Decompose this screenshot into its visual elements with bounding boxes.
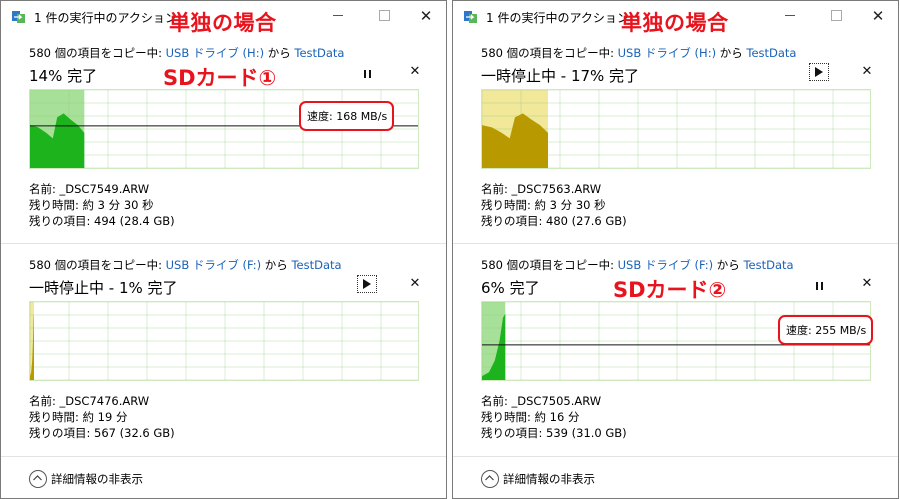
window-title: 1 件の実行中のアクション (34, 11, 177, 25)
source-link[interactable]: USB ドライブ (F:) (618, 258, 714, 272)
copy-prefix: 580 個の項目をコピー中: (481, 46, 618, 60)
source-link[interactable]: USB ドライブ (H:) (618, 46, 716, 60)
chevron-up-icon[interactable] (481, 470, 499, 488)
time-remaining: 残り時間: 約 3 分 30 秒 (29, 198, 154, 212)
fewer-details-label[interactable]: 詳細情報の非表示 (51, 471, 143, 487)
resume-icon[interactable] (357, 275, 377, 293)
progress-status: 6% 完了 (481, 279, 540, 297)
items-remaining: 残りの項目: 567 (32.6 GB) (29, 426, 175, 440)
close-icon[interactable]: ✕ (410, 5, 442, 27)
destination-link[interactable]: TestData (746, 46, 796, 60)
destination-link[interactable]: TestData (743, 258, 793, 272)
from-text: から (716, 46, 747, 60)
cancel-icon[interactable]: ✕ (406, 275, 424, 293)
file-name: 名前: _DSC7505.ARW (481, 394, 602, 408)
copy-prefix: 580 個の項目をコピー中: (29, 258, 166, 272)
speed-graph (29, 301, 419, 381)
items-remaining: 残りの項目: 480 (27.6 GB) (481, 214, 627, 228)
copy-description: 580 個の項目をコピー中: USB ドライブ (H:) から TestData (29, 45, 344, 61)
copy-dialog-right: 1 件の実行中のアクション ✕ 単独の場合 580 個の項目をコピー中: USB… (452, 0, 899, 499)
chevron-up-icon[interactable] (29, 470, 47, 488)
speed-graph (481, 89, 871, 169)
minimize-icon[interactable] (322, 5, 354, 27)
details-toggle[interactable]: 詳細情報の非表示 (453, 456, 898, 498)
destination-link[interactable]: TestData (291, 258, 341, 272)
from-text: から (713, 258, 744, 272)
cancel-icon[interactable]: ✕ (406, 63, 424, 81)
time-remaining: 残り時間: 約 16 分 (481, 410, 580, 424)
cancel-icon[interactable]: ✕ (858, 63, 876, 81)
from-text: から (264, 46, 295, 60)
time-remaining: 残り時間: 約 19 分 (29, 410, 128, 424)
copy-app-icon (464, 11, 477, 23)
graph-canvas (30, 302, 418, 380)
minimize-icon[interactable] (774, 5, 806, 27)
maximize-icon[interactable] (820, 5, 852, 27)
progress-status: 14% 完了 (29, 67, 98, 85)
graph-canvas (482, 90, 870, 168)
cancel-icon[interactable]: ✕ (858, 275, 876, 293)
copy-description: 580 個の項目をコピー中: USB ドライブ (H:) から TestData (481, 45, 796, 61)
maximize-icon[interactable] (368, 5, 400, 27)
pause-icon[interactable] (811, 277, 829, 295)
file-name: 名前: _DSC7563.ARW (481, 182, 602, 196)
copy-dialog-left: 1 件の実行中のアクション ✕ 単独の場合 580 個の項目をコピー中: USB… (0, 0, 447, 499)
details-toggle[interactable]: 詳細情報の非表示 (1, 456, 446, 498)
progress-status: 一時停止中 - 17% 完了 (481, 67, 640, 85)
from-text: から (261, 258, 292, 272)
resume-icon[interactable] (809, 63, 829, 81)
window-title: 1 件の実行中のアクション (486, 11, 629, 25)
fewer-details-label[interactable]: 詳細情報の非表示 (503, 471, 595, 487)
source-link[interactable]: USB ドライブ (H:) (166, 46, 264, 60)
copy-operation: 580 個の項目をコピー中: USB ドライブ (H:) から TestData… (1, 32, 446, 244)
sd-card-label: SDカード② (613, 278, 727, 302)
time-remaining: 残り時間: 約 3 分 30 秒 (481, 198, 606, 212)
copy-operation: 580 個の項目をコピー中: USB ドライブ (H:) から TestData… (453, 32, 898, 244)
copy-operation: 580 個の項目をコピー中: USB ドライブ (F:) から TestData… (1, 244, 446, 456)
destination-link[interactable]: TestData (294, 46, 344, 60)
copy-prefix: 580 個の項目をコピー中: (481, 258, 618, 272)
source-link[interactable]: USB ドライブ (F:) (166, 258, 262, 272)
copy-prefix: 580 個の項目をコピー中: (29, 46, 166, 60)
pause-icon[interactable] (359, 65, 377, 83)
close-icon[interactable]: ✕ (862, 5, 894, 27)
items-remaining: 残りの項目: 494 (28.4 GB) (29, 214, 175, 228)
sd-card-label: SDカード① (163, 66, 277, 90)
copy-description: 580 個の項目をコピー中: USB ドライブ (F:) から TestData (481, 257, 794, 273)
speed-readout: 速度: 168 MB/s (299, 101, 395, 131)
items-remaining: 残りの項目: 539 (31.0 GB) (481, 426, 627, 440)
copy-operation: 580 個の項目をコピー中: USB ドライブ (F:) から TestData… (453, 244, 898, 456)
speed-readout: 速度: 255 MB/s (778, 315, 874, 345)
file-name: 名前: _DSC7476.ARW (29, 394, 150, 408)
file-name: 名前: _DSC7549.ARW (29, 182, 150, 196)
copy-description: 580 個の項目をコピー中: USB ドライブ (F:) から TestData (29, 257, 342, 273)
copy-app-icon (12, 11, 25, 23)
progress-status: 一時停止中 - 1% 完了 (29, 279, 178, 297)
